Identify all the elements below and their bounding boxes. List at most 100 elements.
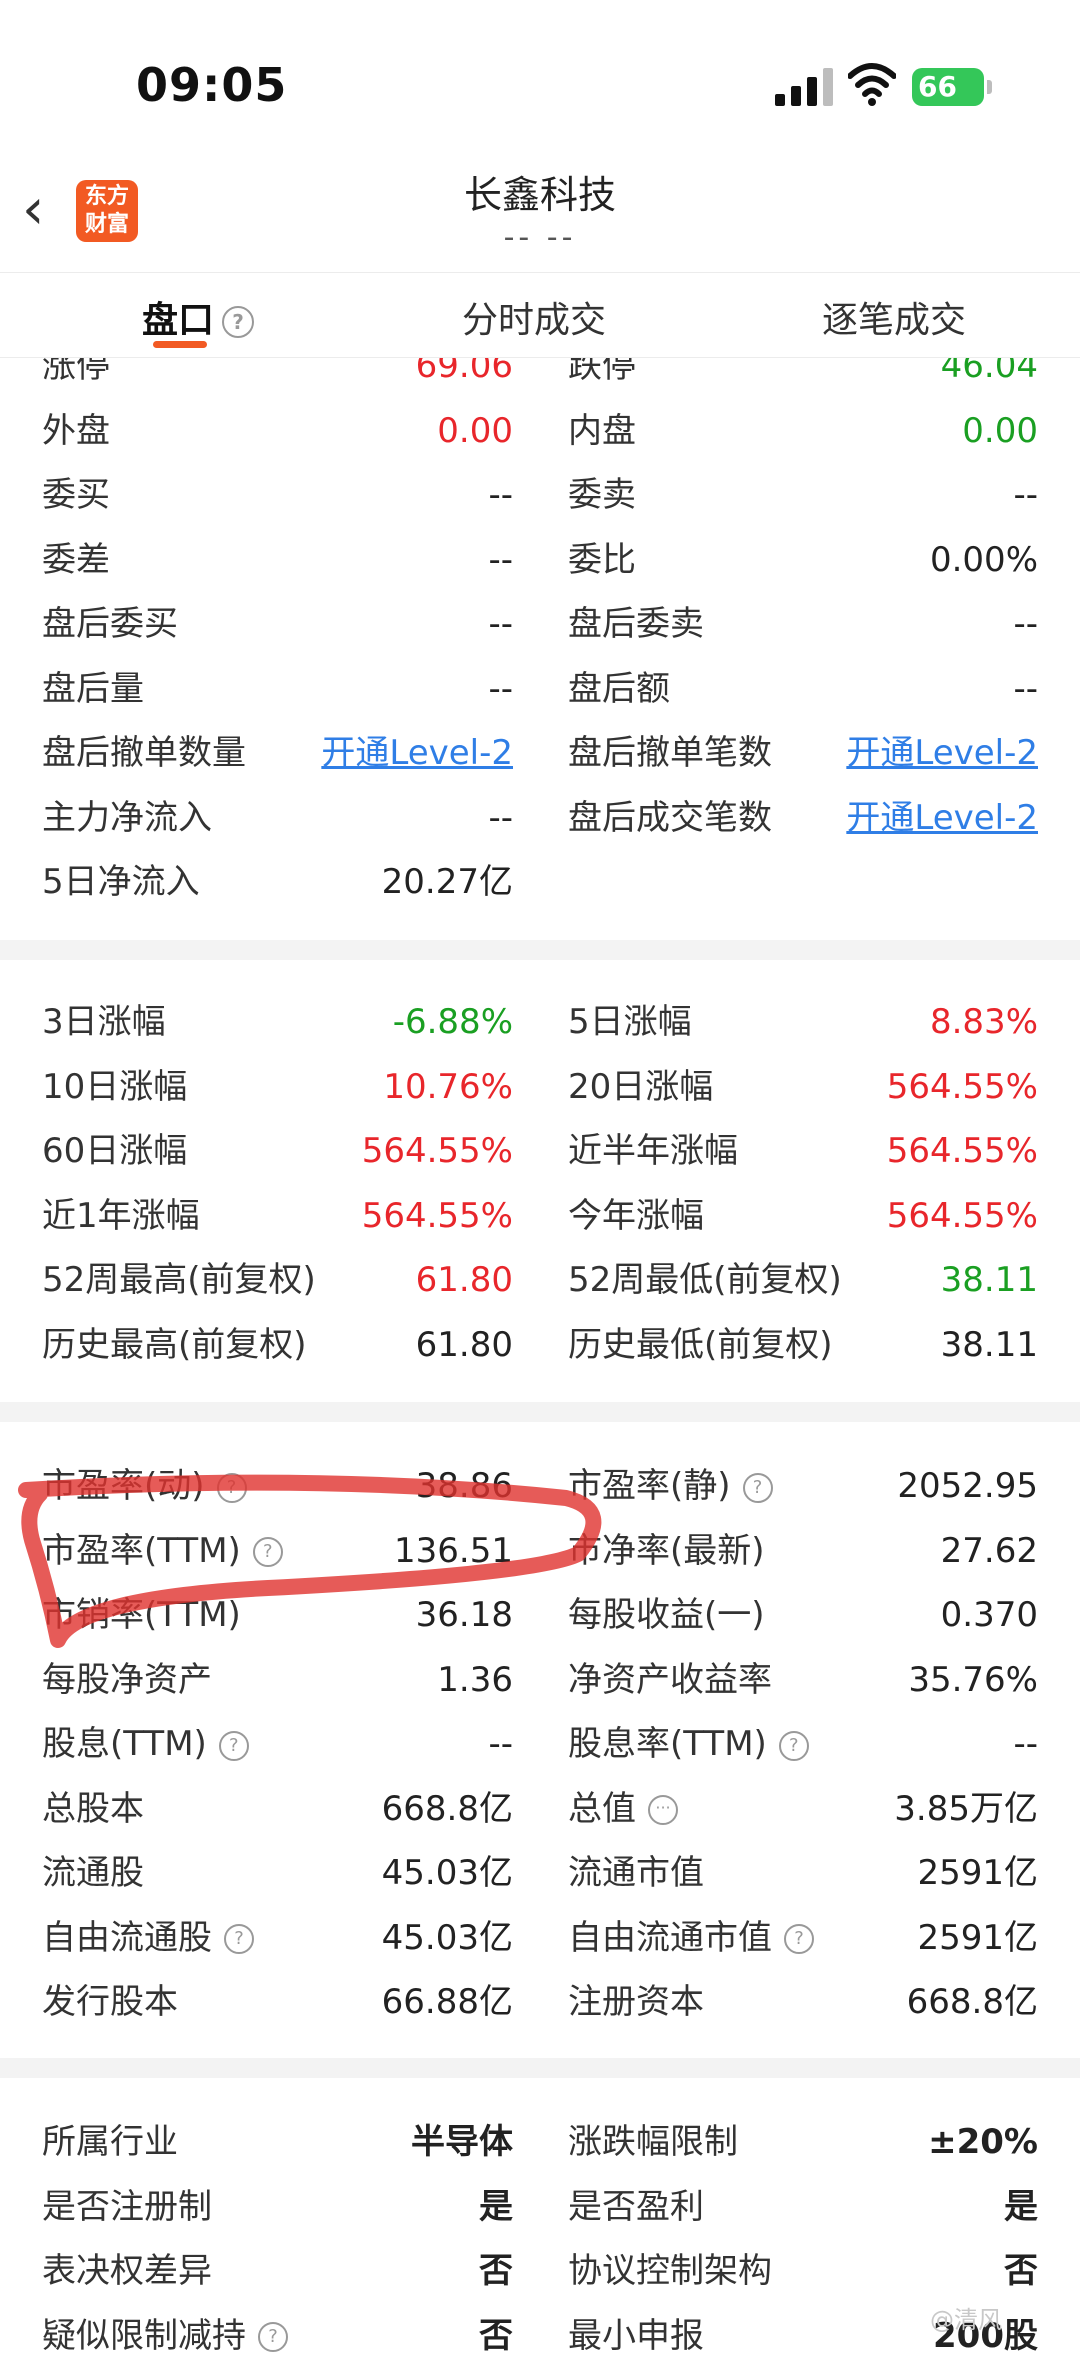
data-row: 疑似限制减持? 否最小申报 200股: [0, 2304, 1080, 2368]
field-value: 668.8亿: [381, 1788, 513, 1829]
field-label-text: 委卖: [568, 475, 636, 515]
field-value: 1.36: [437, 1659, 513, 1700]
field-label: 10日涨幅: [42, 1055, 187, 1119]
help-icon[interactable]: ?: [224, 1924, 254, 1954]
tab-zhubi-label: 逐笔成交: [822, 300, 967, 341]
tab-fenshi[interactable]: 分时成交: [462, 291, 606, 343]
field-label: 市销率(TTM): [42, 1583, 241, 1647]
field-label-text: 是否盈利: [568, 2186, 704, 2227]
field-label: 是否注册制: [42, 2175, 212, 2239]
field-label: 表决权差异: [42, 2239, 212, 2303]
tab-zhubi[interactable]: 逐笔成交: [822, 291, 966, 343]
help-icon[interactable]: ?: [742, 1472, 773, 1503]
help-icon[interactable]: ?: [222, 306, 255, 338]
field-label-text: 5日净流入: [42, 862, 200, 902]
field-label: 市盈率(TTM)?: [42, 1519, 283, 1583]
help-icon[interactable]: ?: [784, 1924, 814, 1954]
field-label: 盘后撤单数量: [42, 721, 246, 785]
field-value: 2591亿: [917, 1853, 1038, 1893]
field-label: 净资产收益率: [568, 1648, 772, 1712]
stock-title: 长鑫科技: [463, 173, 616, 217]
watermark: @清风: [930, 2306, 1002, 2334]
help-icon[interactable]: ?: [252, 1537, 283, 1567]
field-label: 52周最高(前复权): [42, 1248, 316, 1312]
field-label: 盘后成交笔数: [568, 786, 772, 850]
field-label-text: 历史最低(前复权): [568, 1324, 833, 1365]
data-row: 外盘 0.00 内盘 0.00: [0, 399, 1080, 463]
field-label-text: 自由流通股: [42, 1917, 212, 1958]
field-label: 最小申报: [568, 2304, 704, 2368]
field-label-text: 股息(TTM): [42, 1724, 207, 1764]
field-label-text: 盘后委买: [42, 604, 178, 644]
field-label-text: 历史最高(前复权): [42, 1324, 307, 1365]
field-label: 盘后额: [568, 657, 670, 721]
level2-link[interactable]: 开通Level-2: [321, 721, 513, 785]
field-label: 流通股: [42, 1841, 144, 1905]
field-label-text: 盘后委卖: [568, 604, 704, 644]
data-row: 3日涨幅 -6.88% 5日涨幅 8.83%: [0, 990, 1080, 1054]
field-label-text: 3日涨幅: [42, 1002, 166, 1042]
field-value: 3.85万亿: [894, 1788, 1038, 1829]
field-label-text: 52周最低(前复权): [568, 1260, 842, 1300]
help-icon[interactable]: ?: [778, 1730, 809, 1761]
field-label: 5日涨幅: [568, 990, 692, 1054]
field-value: 61.80: [415, 1260, 513, 1300]
field-value: 8.83%: [929, 1002, 1038, 1042]
status-bar: 09:05 66: [0, 0, 1080, 150]
field-label: 历史最低(前复权): [568, 1313, 833, 1377]
data-row: 市盈率(动)? 38.86 市盈率(静)? 2052.95: [0, 1454, 1080, 1518]
field-label: 委卖: [568, 463, 636, 527]
field-label: 内盘: [568, 399, 636, 463]
field-label: 总值 ···: [568, 1777, 678, 1841]
data-row: 是否注册制 是 是否盈利 是: [0, 2175, 1080, 2239]
field-label-text: 近1年涨幅: [42, 1195, 200, 1236]
data-row: 历史最高(前复权) 61.80 历史最低(前复权) 38.11: [0, 1313, 1080, 1377]
data-row: 总股本 668.8亿 总值 ··· 3.85万亿: [0, 1777, 1080, 1841]
field-label-text: 60日涨幅: [42, 1131, 188, 1171]
field-label-text: 今年涨幅: [568, 1195, 704, 1236]
field-label-text: 主力净流入: [42, 797, 212, 838]
data-row: 委买 -- 委卖 --: [0, 463, 1080, 527]
field-label: 股息(TTM)?: [42, 1712, 249, 1776]
field-label-text: 疑似限制减持: [42, 2315, 246, 2356]
field-value: 668.8亿: [906, 1982, 1038, 2022]
app-header: ‹ 东方 财富 长鑫科技 -- --: [0, 150, 1080, 270]
tab-pankou[interactable]: 盘口?: [142, 291, 255, 343]
field-label: 市净率(最新): [568, 1519, 765, 1583]
field-label: 委比: [568, 528, 636, 592]
field-label: 60日涨幅: [42, 1119, 187, 1183]
level2-link[interactable]: 开通Level-2: [846, 721, 1038, 785]
field-value: 564.55%: [886, 1131, 1038, 1171]
data-row: 发行股本 66.88亿 注册资本 668.8亿: [0, 1970, 1080, 2034]
field-value: --: [488, 1724, 513, 1764]
field-label: 自由流通股?: [42, 1906, 254, 1970]
more-icon[interactable]: ···: [648, 1795, 678, 1825]
field-value: 564.55%: [886, 1195, 1038, 1236]
field-value: 0.00: [437, 410, 513, 451]
field-label-text: 最小申报: [568, 2315, 704, 2356]
field-label-text: 总股本: [42, 1788, 144, 1829]
field-label: 流通市值: [568, 1841, 704, 1905]
field-label-text: 每股净资产: [42, 1659, 212, 1700]
field-label: 盘后委卖: [568, 592, 704, 656]
field-label: 注册资本: [568, 1970, 704, 2034]
field-value: 0.370: [940, 1595, 1038, 1635]
level2-link[interactable]: 开通Level-2: [846, 786, 1038, 850]
data-row: 自由流通股? 45.03亿 自由流通市值? 2591亿: [0, 1906, 1080, 1970]
help-icon[interactable]: ?: [216, 1472, 247, 1503]
field-label-text: 表决权差异: [42, 2251, 212, 2291]
field-label: 20日涨幅: [568, 1055, 713, 1119]
field-value: --: [1013, 1724, 1038, 1764]
section-divider: [0, 940, 1080, 960]
data-row: 52周最高(前复权) 61.80 52周最低(前复权) 38.11: [0, 1248, 1080, 1312]
help-icon[interactable]: ?: [218, 1730, 249, 1761]
field-value: 半导体: [411, 2122, 513, 2162]
data-row: 股息(TTM)? -- 股息率(TTM)? --: [0, 1712, 1080, 1776]
field-value: 0.00: [962, 410, 1038, 451]
field-value: 20.27亿: [381, 862, 513, 902]
field-value: 36.18: [415, 1595, 513, 1635]
field-label-text: 5日涨幅: [568, 1002, 692, 1042]
field-label-text: 委比: [568, 539, 636, 580]
field-label: 主力净流入: [42, 786, 212, 850]
data-row: 10日涨幅 10.76% 20日涨幅 564.55%: [0, 1055, 1080, 1119]
